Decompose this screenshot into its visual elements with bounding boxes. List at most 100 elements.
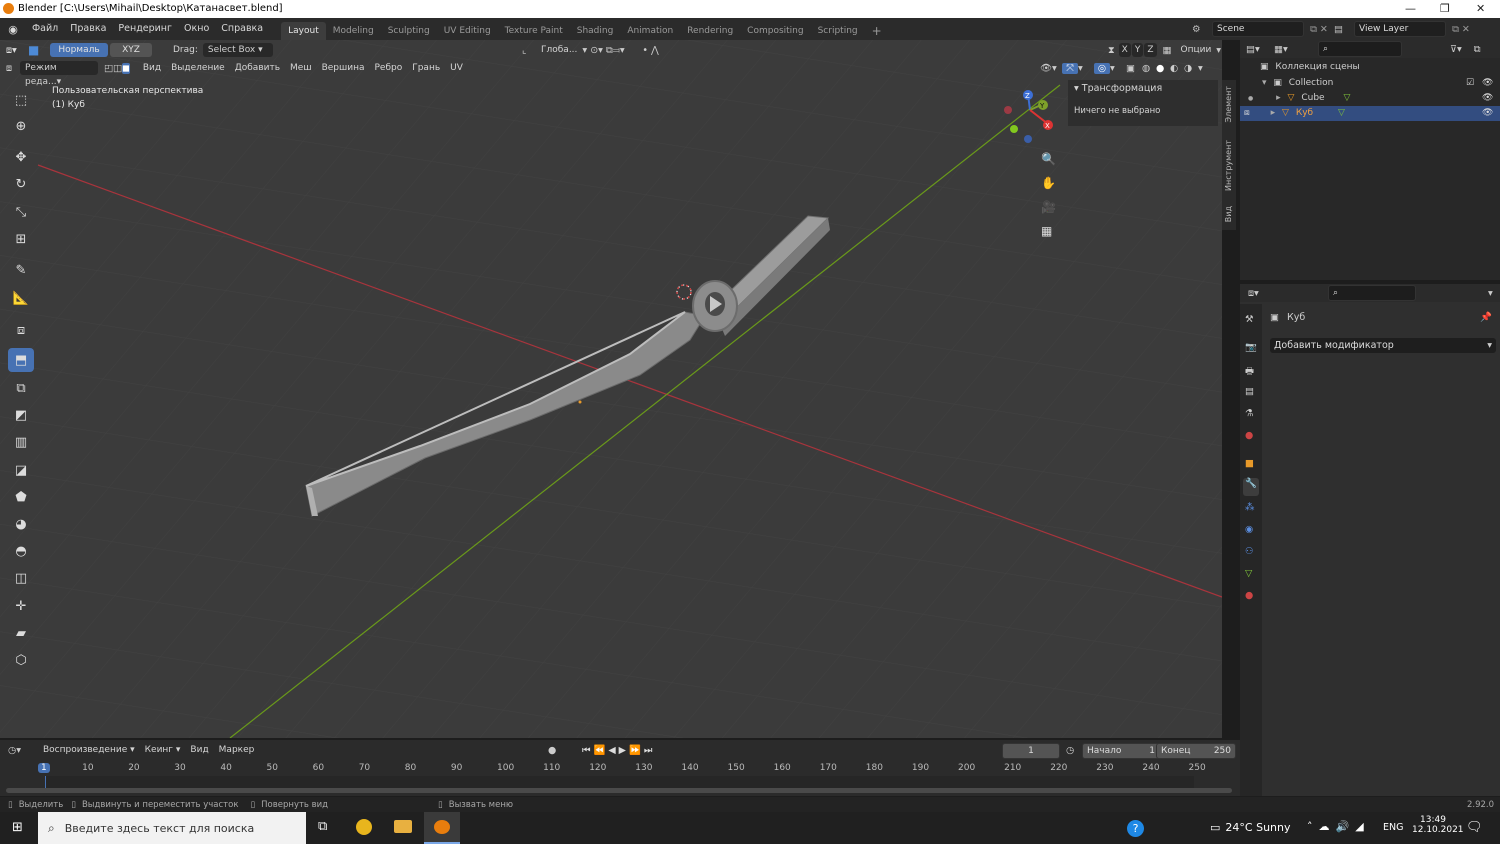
clock[interactable]: 13:49 12.10.2021 [1412, 815, 1464, 835]
menu-mesh[interactable]: Меш [285, 63, 317, 73]
expand-chevron-icon[interactable]: ▸ [1276, 93, 1281, 103]
properties-options-icon[interactable]: ▾ [1488, 288, 1493, 299]
cube-mode-icon[interactable]: ■ [28, 43, 50, 57]
weather-widget[interactable]: ▭ 24°C Sunny [1210, 821, 1291, 834]
xyz-button[interactable]: XYZ [110, 43, 152, 57]
mode-select[interactable]: Режим реда...▾ [20, 61, 98, 87]
tab-scripting[interactable]: Scripting [811, 22, 865, 40]
outliner-search-input[interactable]: ⌕ [1318, 41, 1402, 57]
world-tab-icon[interactable]: ● [1245, 430, 1253, 441]
tab-layout[interactable]: Layout [281, 21, 326, 40]
overlay-icon[interactable]: ◎ [1094, 62, 1110, 74]
outliner-editor-icon[interactable]: ▤▾ [1240, 44, 1274, 55]
3d-viewport[interactable]: ⧈▾ ■ Нормаль XYZ Drag: Select Box ▾ ⌞ Гл… [0, 40, 1222, 738]
menu-edit[interactable]: Правка [64, 18, 112, 40]
display-mode-icon[interactable]: ▦▾ [1274, 44, 1318, 55]
language-indicator[interactable]: ENG [1383, 822, 1403, 833]
outliner-collection[interactable]: ▾ ▣ Collection ☑ 👁 [1240, 76, 1500, 91]
select-mode-face-icon[interactable]: ◼ [121, 62, 130, 74]
menu-playback[interactable]: Воспроизведение ▾ [38, 745, 140, 755]
normal-button[interactable]: Нормаль [50, 43, 108, 57]
smooth-tool-icon[interactable]: ◓ [8, 539, 34, 563]
editor-type-icon[interactable]: ⧈▾ [6, 45, 28, 56]
select-mode-edge-icon[interactable]: ◫ [113, 63, 122, 74]
poly-build-tool-icon[interactable]: ⬟ [8, 485, 34, 509]
clock-icon[interactable]: ◷ [1066, 745, 1074, 756]
new-collection-icon[interactable]: ⧉ [1474, 44, 1481, 55]
minimize-icon[interactable]: — [1405, 2, 1416, 15]
rotate-tool-icon[interactable]: ↻ [8, 172, 34, 196]
blender-menu-icon[interactable]: ◉ [0, 23, 26, 36]
playback-controls-icon[interactable]: ⏮⏪◀▶⏩⏭ [582, 745, 655, 756]
tab-compositing[interactable]: Compositing [740, 22, 810, 40]
gizmo-icon[interactable]: ⤧ [1062, 62, 1078, 74]
ortho-grid-icon[interactable]: ▦ [1041, 224, 1052, 238]
physics-tab-icon[interactable]: ◉ [1245, 524, 1253, 535]
pivot-snap-icons[interactable]: ▾ ⊙▾ ⧉⫤▾ [582, 45, 642, 56]
tab-animation[interactable]: Animation [620, 22, 680, 40]
tab-texture-paint[interactable]: Texture Paint [498, 22, 570, 40]
constraints-tab-icon[interactable]: ⚇ [1245, 546, 1254, 557]
tab-view[interactable]: Вид [1224, 206, 1233, 222]
shrink-tool-icon[interactable]: ✛ [8, 594, 34, 618]
menu-face[interactable]: Грань [407, 63, 445, 73]
outliner-item-cube[interactable]: ● ▸ ▽ Cube ▽ 👁 [1240, 91, 1500, 106]
expand-chevron-icon[interactable]: ▾ [1262, 78, 1267, 88]
add-modifier-dropdown[interactable]: Добавить модификатор ▾ [1270, 338, 1496, 353]
properties-search-input[interactable]: ⌕ [1328, 285, 1416, 301]
modifier-tab-icon[interactable]: 🔧 [1243, 478, 1259, 496]
menu-render[interactable]: Рендеринг [112, 18, 178, 40]
help-icon[interactable]: ? [1127, 820, 1144, 837]
shading-chevron-icon[interactable]: ▾ [1198, 63, 1208, 74]
blender-taskbar-button[interactable] [424, 812, 460, 844]
menu-help[interactable]: Справка [215, 18, 269, 40]
tab-shading[interactable]: Shading [570, 22, 621, 40]
axis-x-toggle[interactable]: X [1118, 43, 1131, 57]
menu-file[interactable]: Файл [26, 18, 64, 40]
object-tab-icon[interactable]: ■ [1245, 458, 1254, 469]
menu-keying[interactable]: Кеинг ▾ [140, 745, 186, 755]
scene-field[interactable]: Scene [1212, 21, 1304, 37]
measure-tool-icon[interactable]: 📐 [8, 286, 34, 310]
explorer-icon[interactable] [394, 820, 412, 833]
properties-editor-icon[interactable]: ⧈▾ [1240, 288, 1278, 299]
transform-orient-select[interactable]: Глоба... [536, 45, 582, 55]
task-view-icon[interactable]: ⧉ [318, 819, 327, 834]
maximize-icon[interactable]: ❐ [1440, 2, 1450, 15]
tray-icons[interactable]: ˄☁🔊◢ [1307, 820, 1370, 833]
drag-select[interactable]: Select Box ▾ [202, 43, 273, 57]
chrome-icon[interactable] [356, 819, 372, 835]
transform-section-header[interactable]: ▾ Трансформация [1074, 83, 1162, 94]
end-frame-field[interactable]: Конец 250 [1156, 743, 1236, 759]
menu-edge[interactable]: Ребро [370, 63, 408, 73]
data-tab-icon[interactable]: ▽ [1245, 568, 1252, 579]
windows-start-icon[interactable]: ⊞ [12, 820, 23, 835]
proportional-icons[interactable]: • ⋀ [642, 45, 682, 56]
scale-tool-icon[interactable]: ⤡ [8, 200, 34, 224]
outliner-item-kub[interactable]: ⧈ ▸ ▽ Куб ▽ 👁 [1240, 106, 1500, 121]
extrude-tool-icon[interactable]: ⬒ [8, 348, 34, 372]
scene-new-icon[interactable]: ⧉ ✕ [1304, 24, 1334, 35]
menu-add[interactable]: Добавить [230, 63, 285, 73]
outliner-root[interactable]: ▣ Коллекция сцены [1240, 60, 1500, 75]
eye-icon[interactable]: 👁 [1482, 91, 1493, 106]
rendered-shading-icon[interactable]: ◑ [1184, 63, 1198, 74]
tab-item[interactable]: Элемент [1224, 86, 1233, 122]
edge-slide-tool-icon[interactable]: ◫ [8, 566, 34, 590]
cursor-tool-icon[interactable]: ⊕ [8, 114, 34, 138]
visibility-icon[interactable]: 👁▾ [1040, 63, 1062, 74]
menu-timeline-view[interactable]: Вид [185, 745, 213, 755]
annotate-tool-icon[interactable]: ✎ [8, 258, 34, 282]
checkbox-icon[interactable]: ☑ [1466, 76, 1474, 91]
mirror-icon[interactable]: ⧗ [1108, 45, 1115, 56]
axis-y-toggle[interactable]: Y [1131, 43, 1144, 57]
material-shading-icon[interactable]: ◐ [1170, 63, 1184, 74]
select-mode-vertex-icon[interactable]: ◰ [104, 63, 113, 74]
eye-icon[interactable]: 👁 [1482, 76, 1493, 91]
particles-tab-icon[interactable]: ⁂ [1245, 502, 1255, 513]
view-layer-new-icon[interactable]: ⧉ ✕ [1446, 24, 1476, 35]
taskbar-search[interactable]: ⌕ Введите здесь текст для поиска [38, 812, 306, 844]
timeline-editor-icon[interactable]: ◷▾ [0, 745, 38, 756]
current-frame-field[interactable]: 1 [1002, 743, 1060, 759]
scene-tab-icon[interactable]: ⚗ [1245, 408, 1254, 419]
